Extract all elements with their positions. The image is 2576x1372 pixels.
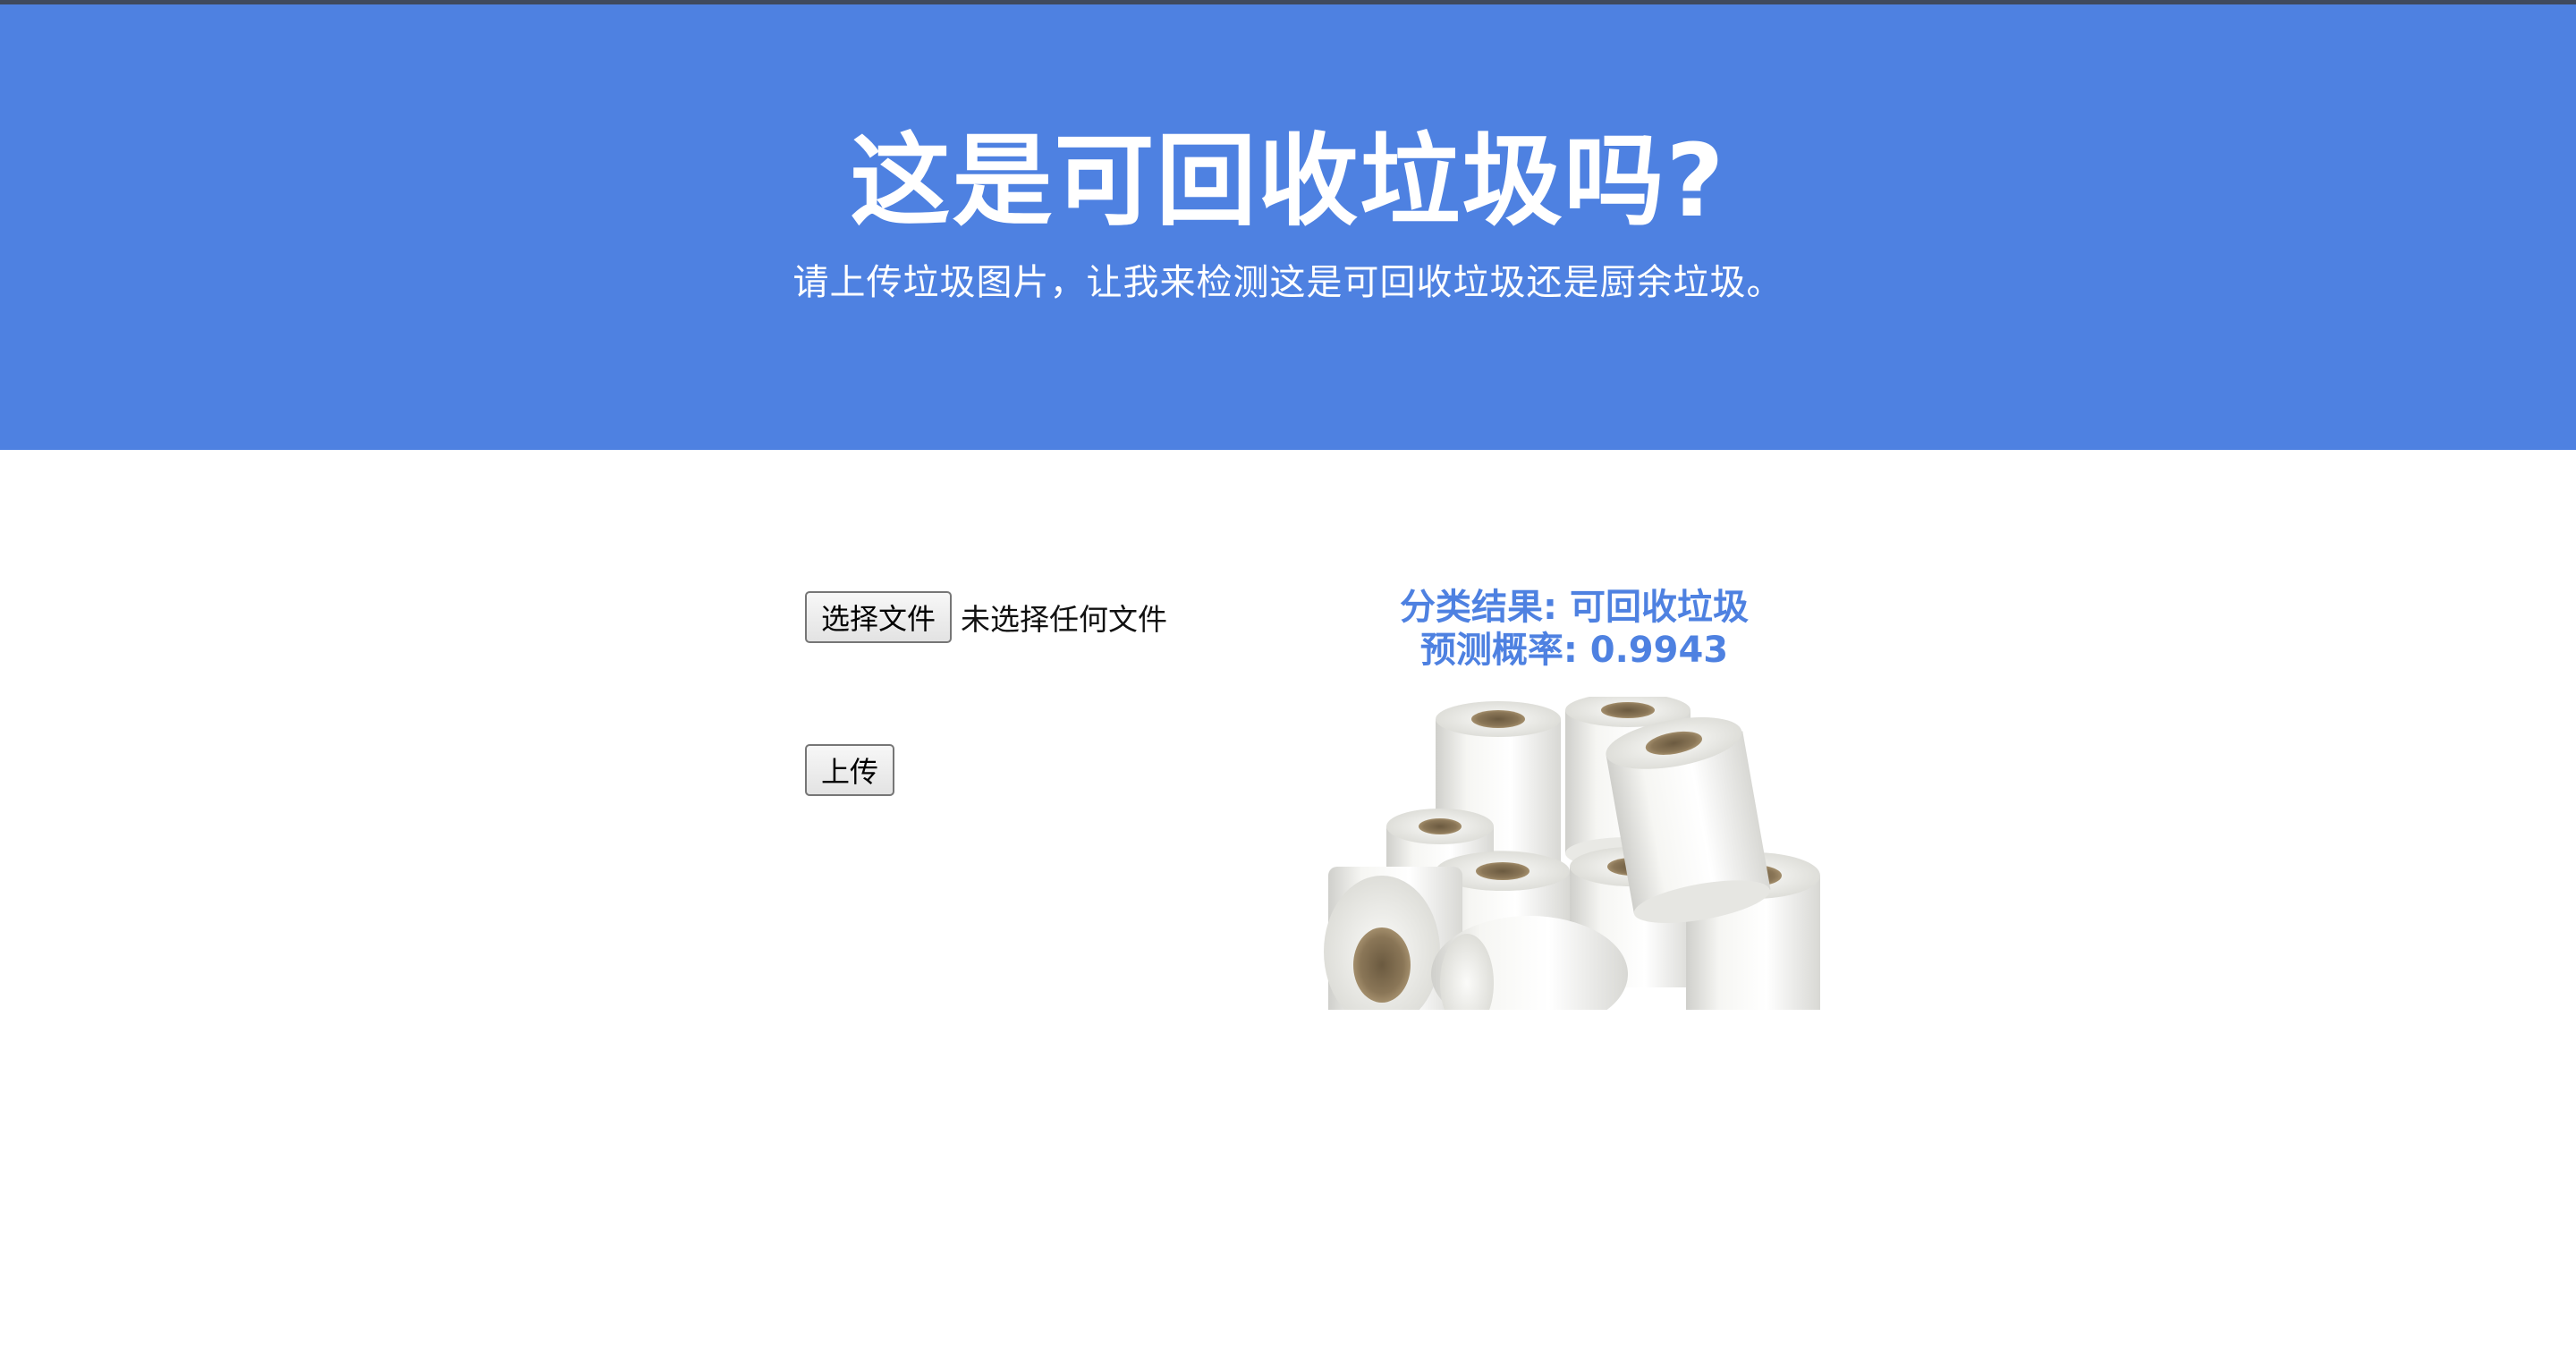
submit-row: 上传 xyxy=(805,744,1306,796)
uploaded-image xyxy=(1310,697,1838,1014)
page-subtitle: 请上传垃圾图片，让我来检测这是可回收垃圾还是厨余垃圾。 xyxy=(792,262,1784,303)
classification-result: 分类结果: 可回收垃圾 xyxy=(1400,587,1749,628)
file-input: 选择文件 未选择任何文件 xyxy=(805,590,1306,644)
prediction-probability: 预测概率: 0.9943 xyxy=(1419,630,1729,671)
page-header: 这是可回收垃圾吗? 请上传垃圾图片，让我来检测这是可回收垃圾还是厨余垃圾。 xyxy=(0,4,2576,450)
page-title: 这是可回收垃圾吗? xyxy=(850,123,1726,240)
upload-form: 选择文件 未选择任何文件 上传 xyxy=(805,590,1306,796)
result-panel: 分类结果: 可回收垃圾 预测概率: 0.9943 xyxy=(1306,586,1843,1014)
choose-file-button[interactable]: 选择文件 xyxy=(805,591,953,643)
file-status-text: 未选择任何文件 xyxy=(961,602,1168,637)
upload-button[interactable]: 上传 xyxy=(805,744,895,796)
